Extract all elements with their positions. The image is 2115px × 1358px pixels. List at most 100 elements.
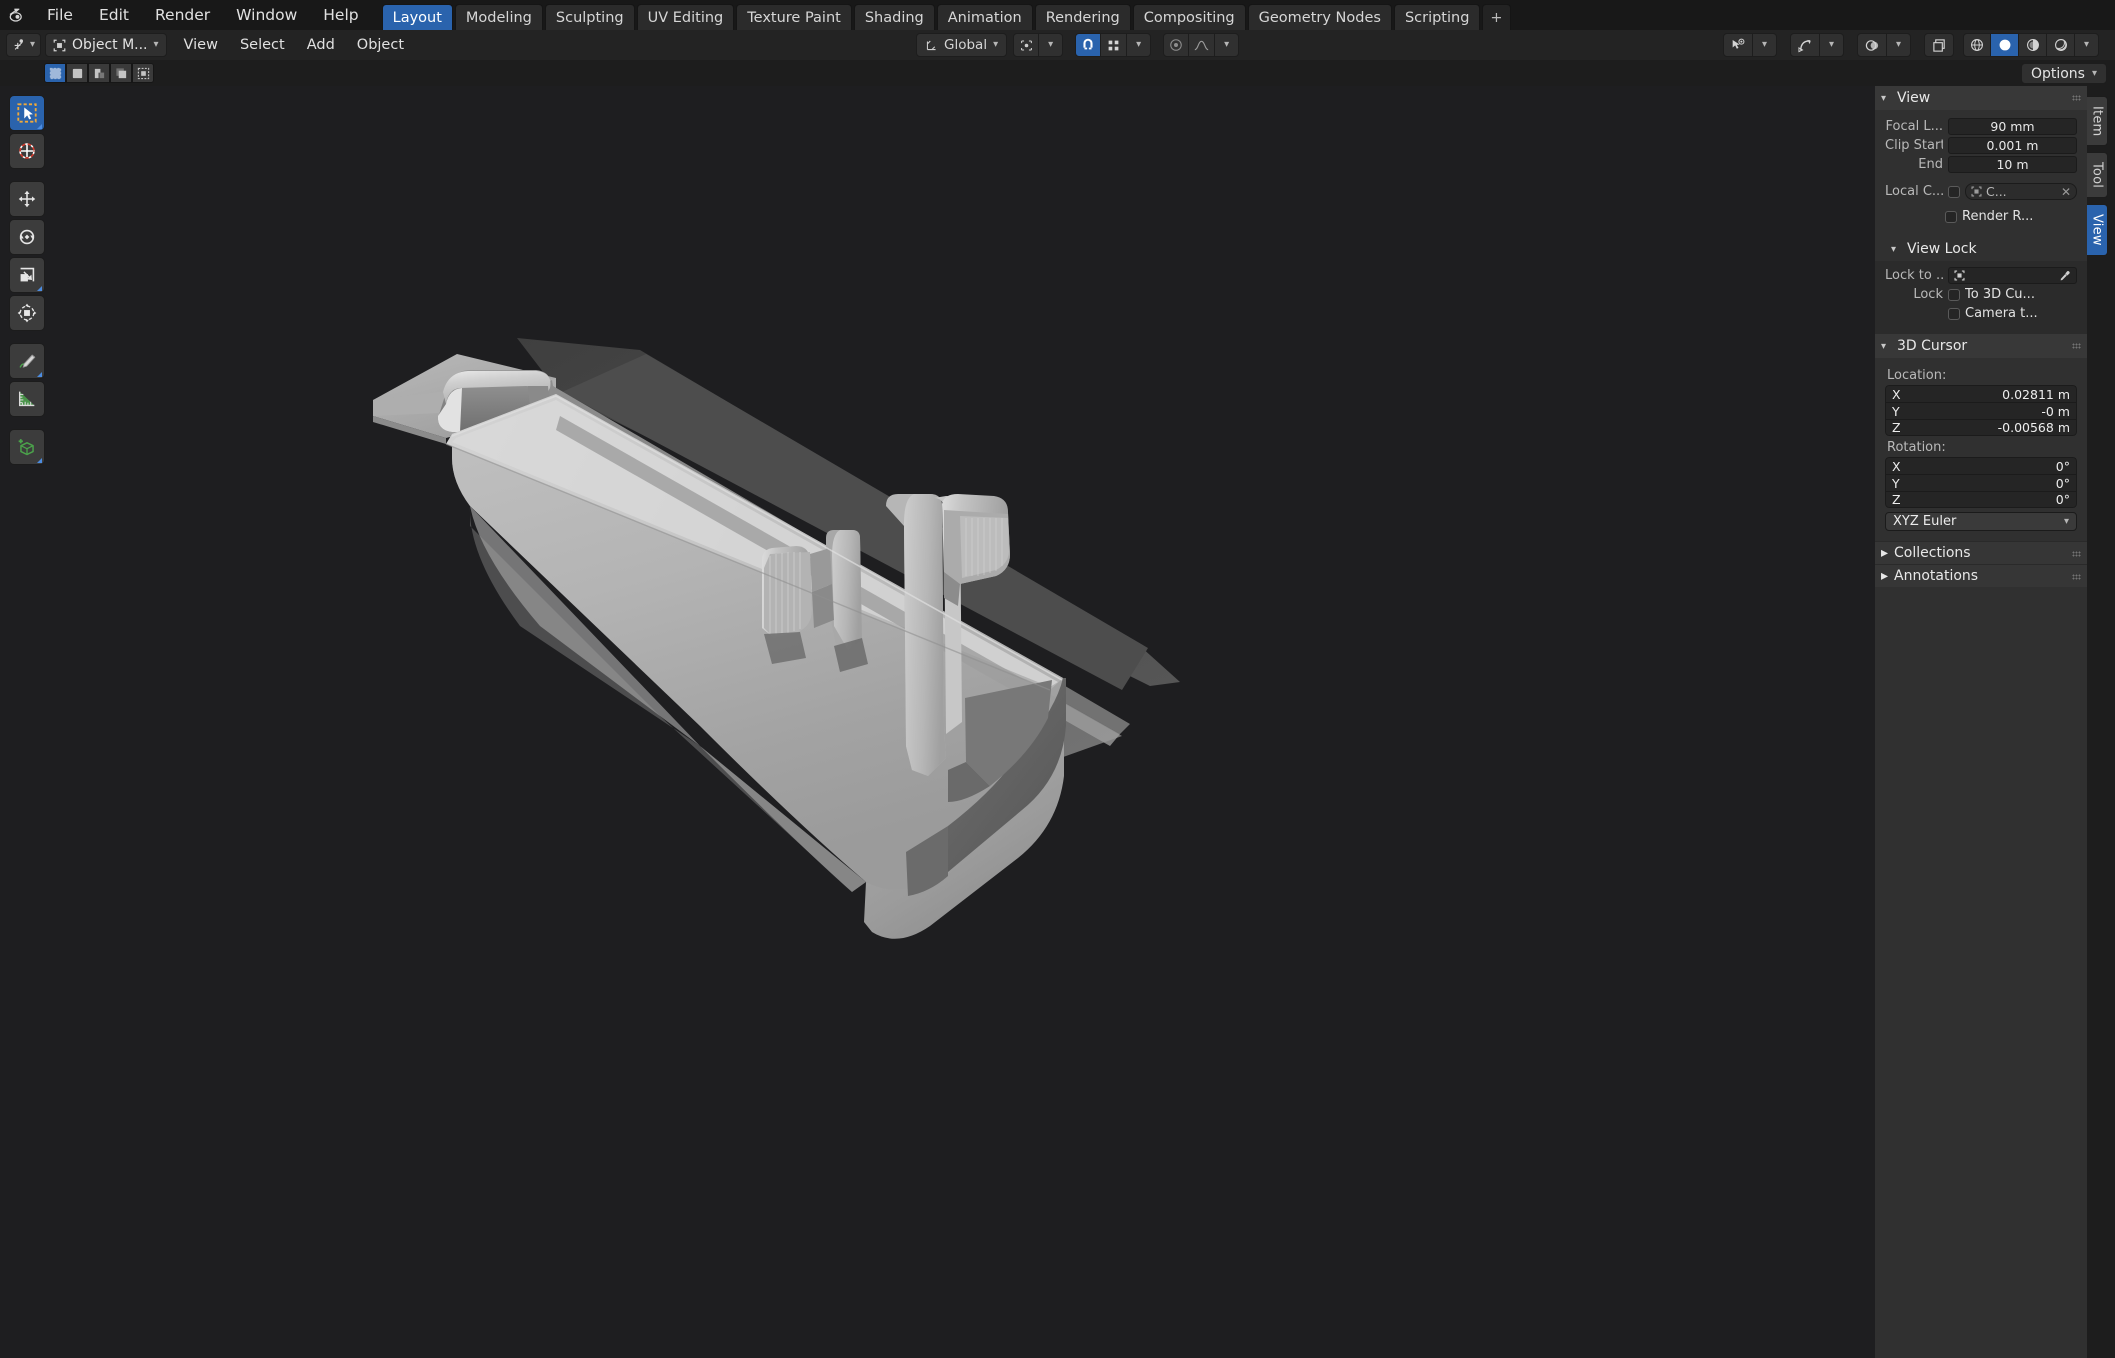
workspace-tab-texture-paint[interactable]: Texture Paint [736, 4, 852, 30]
panel-view: ▾ View Focal L... 90 mm Clip Start 0.001… [1875, 86, 2087, 237]
menu-window[interactable]: Window [223, 0, 310, 30]
shading-solid-icon[interactable] [1991, 33, 2019, 57]
snap-target-icon[interactable] [1101, 33, 1128, 57]
menu-edit[interactable]: Edit [86, 0, 142, 30]
cursor-rotation-x[interactable]: X 0° [1885, 457, 2077, 474]
viewport-menu-add[interactable]: Add [296, 30, 346, 60]
eyedropper-icon[interactable] [2059, 270, 2071, 282]
visibility-dropdown[interactable]: ▾ [1753, 33, 1777, 57]
menu-file[interactable]: File [34, 0, 86, 30]
tool-scale[interactable] [9, 257, 45, 293]
tool-transform[interactable] [9, 295, 45, 331]
sidebar-tab-tool[interactable]: Tool [2087, 152, 2108, 199]
panel-3d-cursor-title: 3D Cursor [1897, 338, 1968, 354]
select-extend-icon[interactable] [88, 63, 110, 83]
panel-collections-title: Collections [1894, 545, 1971, 561]
focal-length-field[interactable]: 90 mm [1948, 118, 2077, 135]
workspace-tab-scripting[interactable]: Scripting [1393, 4, 1481, 30]
overlays-dropdown[interactable]: ▾ [1887, 33, 1911, 57]
cursor-location-x[interactable]: X 0.02811 m [1885, 385, 2077, 402]
select-subtract-icon[interactable] [110, 63, 132, 83]
chevron-right-icon: ▸ [1881, 545, 1889, 561]
workspace-tab-rendering[interactable]: Rendering [1034, 4, 1131, 30]
panel-view-header[interactable]: ▾ View [1875, 86, 2087, 110]
panel-view-lock-header[interactable]: ▾ View Lock [1875, 237, 2087, 261]
lock-3d-cursor-checkbox[interactable] [1948, 288, 1960, 301]
workspace-tab-shading[interactable]: Shading [853, 4, 935, 30]
snap-magnet-icon[interactable] [1075, 33, 1102, 57]
panel-3d-cursor-header[interactable]: ▾ 3D Cursor [1875, 334, 2087, 358]
options-label: Options [2030, 65, 2085, 82]
tool-annotate[interactable] [9, 343, 45, 379]
mode-selector[interactable]: Object M... ▾ [45, 33, 167, 57]
sidebar-tab-view[interactable]: View [2087, 204, 2108, 257]
local-camera-checkbox[interactable] [1948, 185, 1960, 198]
rotation-mode-dropdown[interactable]: XYZ Euler ▾ [1885, 512, 2077, 531]
cursor-location-z[interactable]: Z -0.00568 m [1885, 419, 2077, 436]
pivot-point-icon[interactable] [1013, 33, 1040, 57]
shading-dropdown[interactable]: ▾ [2075, 33, 2099, 57]
snap-dropdown[interactable]: ▾ [1127, 33, 1152, 57]
tool-tweak[interactable] [9, 95, 45, 131]
workspace-tab-sculpting[interactable]: Sculpting [544, 4, 635, 30]
menu-render[interactable]: Render [142, 0, 223, 30]
cursor-rotation-y[interactable]: Y 0° [1885, 474, 2077, 491]
select-tweak-icon[interactable] [66, 63, 88, 83]
transform-orientation-dropdown[interactable]: Global ▾ [916, 33, 1008, 57]
select-box-icon[interactable] [44, 63, 66, 83]
lock-to-field[interactable] [1948, 267, 2077, 284]
editor-type-icon[interactable]: ▾ [6, 33, 42, 57]
workspace-tab-uv-editing[interactable]: UV Editing [636, 4, 735, 30]
cursor-rotation-z[interactable]: Z 0° [1885, 491, 2077, 508]
workspace-tab-animation[interactable]: Animation [936, 4, 1033, 30]
visibility-selectability-icon[interactable] [1723, 33, 1753, 57]
show-gizmo-icon[interactable] [1790, 33, 1820, 57]
workspace-tab-layout[interactable]: Layout [381, 4, 453, 30]
tool-measure[interactable] [9, 381, 45, 417]
workspace-tab-compositing[interactable]: Compositing [1132, 4, 1246, 30]
gizmo-dropdown[interactable]: ▾ [1820, 33, 1844, 57]
viewport-menu-object[interactable]: Object [346, 30, 415, 60]
panel-annotations-header[interactable]: ▸ Annotations [1875, 564, 2087, 587]
pivot-dropdown[interactable]: ▾ [1039, 33, 1064, 57]
select-difference-icon[interactable] [132, 63, 154, 83]
options-dropdown[interactable]: Options ▾ [2020, 63, 2107, 84]
pivot-group: ▾ [1013, 33, 1064, 57]
panel-collections-header[interactable]: ▸ Collections [1875, 541, 2087, 564]
shading-rendered-icon[interactable] [2047, 33, 2075, 57]
chevron-right-icon: ▸ [1881, 568, 1889, 584]
lock-camera-label: Camera t... [1965, 306, 2038, 321]
menu-help[interactable]: Help [310, 0, 371, 30]
sidebar-tab-item[interactable]: Item [2087, 96, 2108, 147]
clip-end-field[interactable]: 10 m [1948, 156, 2077, 173]
show-overlays-icon[interactable] [1857, 33, 1887, 57]
clip-start-field[interactable]: 0.001 m [1948, 137, 2077, 154]
render-region-checkbox[interactable] [1945, 210, 1957, 223]
viewport-menu-view[interactable]: View [173, 30, 229, 60]
workspace-tab-geometry-nodes[interactable]: Geometry Nodes [1247, 4, 1392, 30]
tool-add-cube[interactable] [9, 429, 45, 465]
3d-viewport[interactable] [0, 86, 1875, 1358]
viewport-menu-select[interactable]: Select [229, 30, 296, 60]
proportional-falloff-icon[interactable] [1189, 33, 1216, 57]
tool-rotate[interactable] [9, 219, 45, 255]
sidebar-tabs: Item Tool View [2087, 96, 2115, 257]
local-camera-id-field[interactable]: C... ✕ [1965, 183, 2077, 200]
proportional-edit-icon[interactable] [1163, 33, 1190, 57]
xray-toggle-icon[interactable] [1924, 33, 1954, 57]
lock-camera-checkbox[interactable] [1948, 307, 1960, 320]
panel-3d-cursor: ▾ 3D Cursor Location: X 0.02811 m Y -0 m [1875, 334, 2087, 541]
tool-cursor[interactable] [9, 133, 45, 169]
shading-material-icon[interactable] [2019, 33, 2047, 57]
proportional-dropdown[interactable]: ▾ [1215, 33, 1240, 57]
shading-wireframe-icon[interactable] [1963, 33, 1991, 57]
close-x-icon[interactable]: ✕ [2061, 185, 2071, 199]
lock-to-row: Lock to ... [1885, 267, 2077, 284]
workspace-tab-modeling[interactable]: Modeling [454, 4, 543, 30]
blender-logo-icon[interactable] [0, 0, 34, 30]
cursor-location-group: X 0.02811 m Y -0 m Z -0.00568 m [1885, 385, 2077, 436]
tool-move[interactable] [9, 181, 45, 217]
cursor-location-y[interactable]: Y -0 m [1885, 402, 2077, 419]
add-workspace-button[interactable]: + [1482, 4, 1511, 30]
tool-corner-indicator [37, 286, 42, 291]
